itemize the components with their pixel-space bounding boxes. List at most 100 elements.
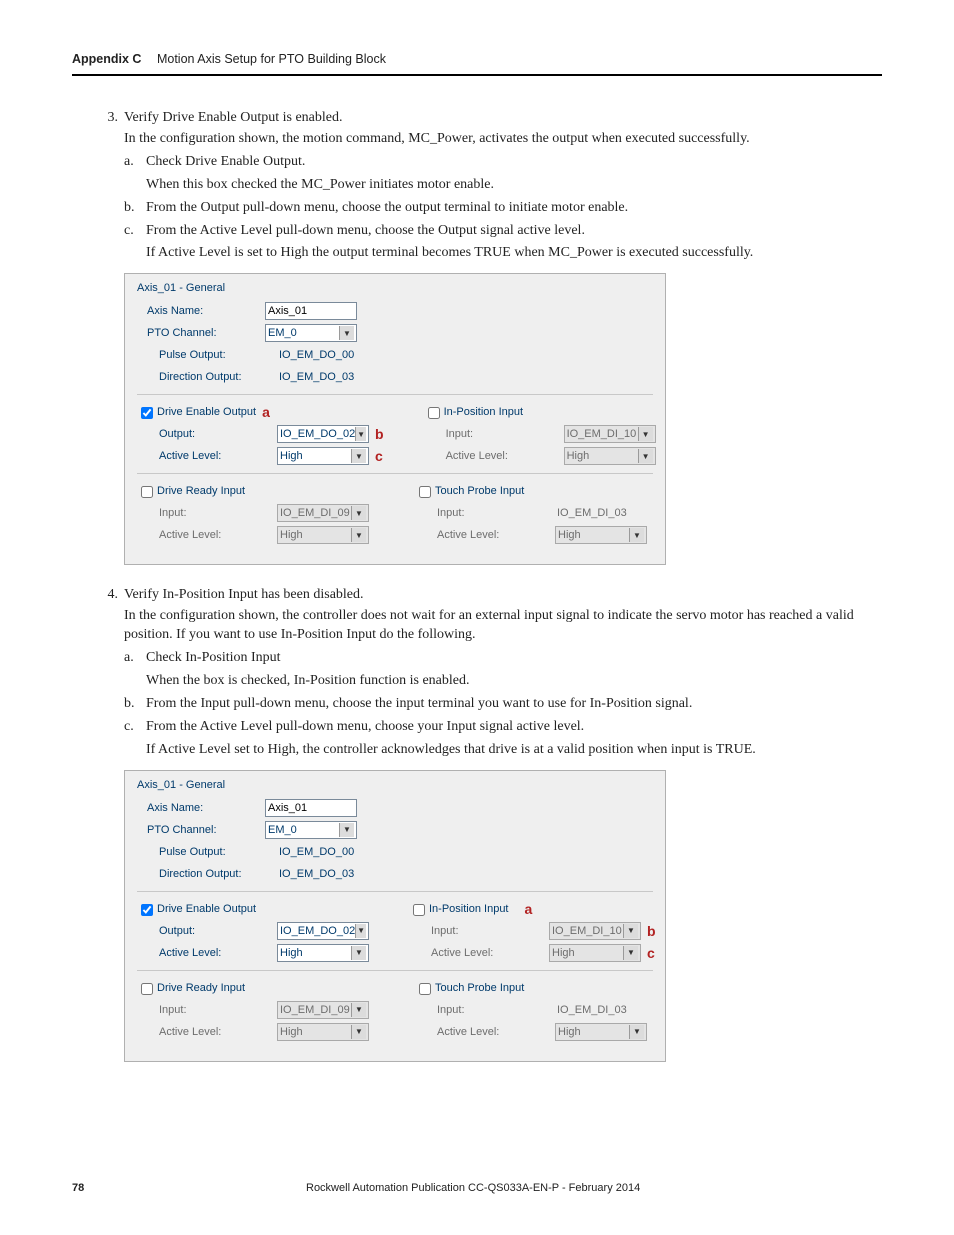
- direction-output-label: Direction Output:: [137, 371, 277, 383]
- active-level-select[interactable]: High▼: [277, 944, 369, 962]
- touch-probe-label: Touch Probe Input: [435, 485, 524, 497]
- step-3: 3. Verify Drive Enable Output is enabled…: [96, 110, 882, 126]
- dr-level-select: High▼: [277, 1023, 369, 1041]
- select-value: High: [567, 450, 590, 462]
- chevron-down-icon: ▼: [351, 1003, 366, 1017]
- active-level-label-2: Active Level:: [424, 450, 564, 462]
- active-level-select-2: High ▼: [564, 447, 656, 465]
- publication-info: Rockwell Automation Publication CC-QS033…: [306, 1182, 640, 1194]
- drive-ready-label: Drive Ready Input: [157, 982, 245, 994]
- dr-input-label: Input:: [137, 507, 277, 519]
- drive-enable-label: Drive Enable Output: [157, 406, 256, 418]
- tp-input-value: IO_EM_DI_03: [555, 1004, 627, 1016]
- axis-name-label: Axis Name:: [137, 305, 265, 317]
- group-title: Axis_01 - General: [137, 282, 653, 294]
- step4-a: a. Check In-Position Input: [124, 649, 882, 668]
- in-position-label: In-Position Input: [429, 903, 509, 915]
- sub-text: From the Active Level pull-down menu, ch…: [146, 222, 882, 241]
- in-position-checkbox[interactable]: [428, 407, 440, 419]
- input-select: IO_EM_DI_10▼: [564, 425, 656, 443]
- active-level-select[interactable]: High▼: [277, 447, 369, 465]
- sub-text: From the Input pull-down menu, choose th…: [146, 695, 882, 714]
- input-label: Input:: [409, 925, 549, 937]
- chapter-title: Motion Axis Setup for PTO Building Block: [157, 52, 386, 66]
- step3-a: a. Check Drive Enable Output.: [124, 153, 882, 172]
- select-value: EM_0: [268, 327, 297, 339]
- step3-b: b. From the Output pull-down menu, choos…: [124, 199, 882, 218]
- chevron-down-icon: ▼: [339, 326, 354, 340]
- drive-ready-label: Drive Ready Input: [157, 485, 245, 497]
- select-value: High: [558, 1026, 581, 1038]
- input-select: IO_EM_DI_10▼: [549, 922, 641, 940]
- dr-level-label: Active Level:: [137, 1026, 277, 1038]
- select-value: High: [552, 947, 575, 959]
- active-level-label-2: Active Level:: [409, 947, 549, 959]
- step3-c-cont: If Active Level is set to High the outpu…: [146, 244, 882, 263]
- select-value: High: [280, 529, 303, 541]
- annotation-b: b: [647, 923, 656, 939]
- dr-input-select: IO_EM_DI_09▼: [277, 504, 369, 522]
- output-select[interactable]: IO_EM_DO_02▼: [277, 425, 369, 443]
- select-value: IO_EM_DO_02: [280, 428, 355, 440]
- chevron-down-icon: ▼: [351, 528, 366, 542]
- step-heading: Verify In-Position Input has been disabl…: [124, 587, 882, 603]
- select-value: IO_EM_DO_02: [280, 925, 355, 937]
- dr-level-select: High ▼: [277, 526, 369, 544]
- drive-enable-checkbox[interactable]: [141, 904, 153, 916]
- axis-name-input[interactable]: [265, 799, 357, 817]
- annotation-a: a: [525, 901, 533, 917]
- sub-letter: a.: [124, 649, 146, 668]
- select-value: IO_EM_DI_09: [280, 507, 350, 519]
- step4-a-cont: When the box is checked, In-Position fun…: [146, 672, 882, 691]
- chevron-down-icon: ▼: [339, 823, 354, 837]
- drive-ready-checkbox[interactable]: [141, 486, 153, 498]
- direction-output-label: Direction Output:: [137, 868, 277, 880]
- drive-ready-checkbox[interactable]: [141, 983, 153, 995]
- sub-letter: b.: [124, 199, 146, 218]
- pulse-output-label: Pulse Output:: [137, 846, 277, 858]
- chevron-down-icon: ▼: [638, 427, 653, 441]
- axis-name-input[interactable]: [265, 302, 357, 320]
- select-value: IO_EM_DI_10: [567, 428, 637, 440]
- annotation-b: b: [375, 426, 384, 442]
- pto-channel-select[interactable]: EM_0 ▼: [265, 324, 357, 342]
- pulse-output-value: IO_EM_DO_00: [277, 846, 354, 858]
- touch-probe-checkbox[interactable]: [419, 983, 431, 995]
- page-footer: 78 Rockwell Automation Publication CC-QS…: [72, 1182, 882, 1194]
- chevron-down-icon: ▼: [351, 946, 366, 960]
- pto-channel-label: PTO Channel:: [137, 327, 265, 339]
- in-position-label: In-Position Input: [444, 406, 524, 418]
- touch-probe-checkbox[interactable]: [419, 486, 431, 498]
- active-level-label: Active Level:: [137, 947, 277, 959]
- input-label: Input:: [424, 428, 564, 440]
- page-number: 78: [72, 1182, 84, 1194]
- chevron-down-icon: ▼: [638, 449, 653, 463]
- step3-a-cont: When this box checked the MC_Power initi…: [146, 176, 882, 195]
- tp-input-label: Input:: [415, 507, 555, 519]
- sub-text: Check In-Position Input: [146, 649, 882, 668]
- select-value: IO_EM_DI_10: [552, 925, 622, 937]
- direction-output-value: IO_EM_DO_03: [277, 371, 354, 383]
- tp-level-label: Active Level:: [415, 529, 555, 541]
- chevron-down-icon: ▼: [351, 506, 366, 520]
- in-position-checkbox[interactable]: [413, 904, 425, 916]
- direction-output-value: IO_EM_DO_03: [277, 868, 354, 880]
- select-value: IO_EM_DI_09: [280, 1004, 350, 1016]
- config-screenshot-1: Axis_01 - General Axis Name: PTO Channel…: [124, 273, 666, 565]
- page-header: Appendix C Motion Axis Setup for PTO Bui…: [72, 52, 882, 76]
- tp-input-label: Input:: [415, 1004, 555, 1016]
- tp-level-select: High▼: [555, 526, 647, 544]
- tp-level-label: Active Level:: [415, 1026, 555, 1038]
- drive-enable-checkbox[interactable]: [141, 407, 153, 419]
- pto-channel-label: PTO Channel:: [137, 824, 265, 836]
- output-select[interactable]: IO_EM_DO_02▼: [277, 922, 369, 940]
- chevron-down-icon: ▼: [629, 1025, 644, 1039]
- sub-text: From the Active Level pull-down menu, ch…: [146, 718, 882, 737]
- chevron-down-icon: ▼: [623, 924, 638, 938]
- active-level-select-2: High ▼: [549, 944, 641, 962]
- touch-probe-label: Touch Probe Input: [435, 982, 524, 994]
- tp-input-value: IO_EM_DI_03: [555, 507, 627, 519]
- output-label: Output:: [137, 925, 277, 937]
- pto-channel-select[interactable]: EM_0▼: [265, 821, 357, 839]
- chevron-down-icon: ▼: [623, 946, 638, 960]
